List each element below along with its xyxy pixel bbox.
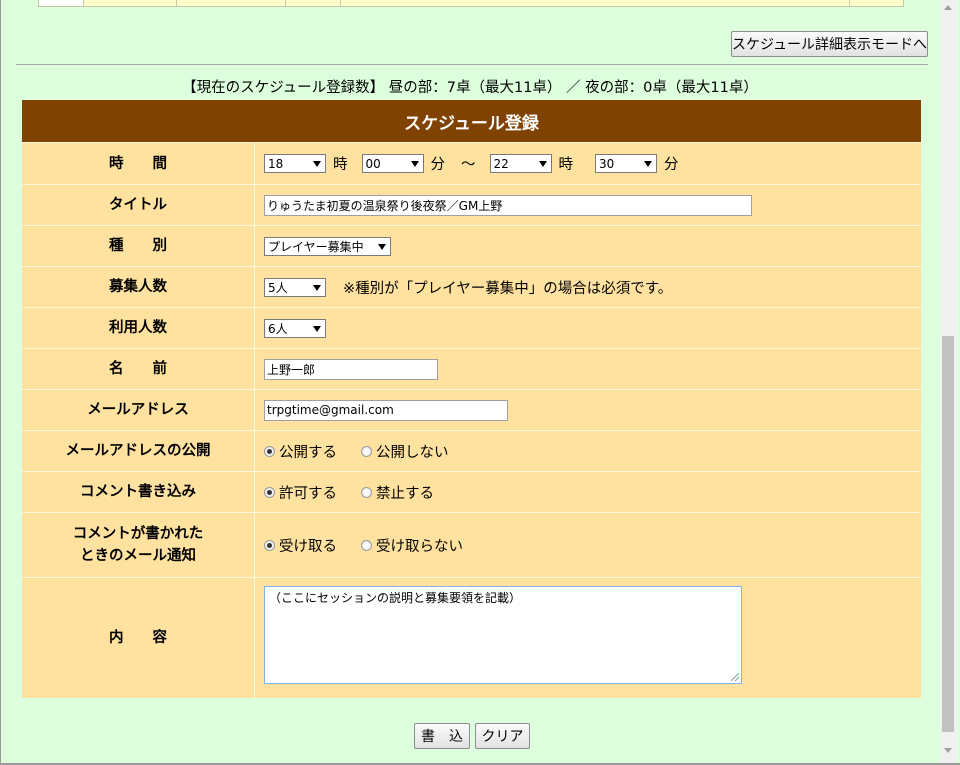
comment-allow-option[interactable]: 許可する: [264, 482, 337, 503]
radio-unchecked-icon[interactable]: [361, 539, 372, 551]
notify-not-receive-label: 受け取らない: [376, 538, 463, 555]
notify-receive-label: 受け取る: [279, 538, 337, 555]
users-label: 利用人数: [22, 308, 255, 348]
chevron-down-icon: [644, 161, 652, 167]
schedule-registration-form: スケジュール登録 時 間 18 時 00 分 ～ 22 時 30 分 タイトル …: [22, 100, 921, 698]
radio-checked-icon[interactable]: [264, 445, 275, 457]
start-minute-select[interactable]: 00: [361, 154, 424, 173]
title-label: タイトル: [22, 185, 255, 225]
name-input[interactable]: 上野一郎: [264, 358, 438, 380]
table-divider: [340, 0, 341, 6]
users-count-value: 6人: [268, 321, 288, 336]
radio-unchecked-icon[interactable]: [361, 486, 372, 498]
comment-deny-option[interactable]: 禁止する: [361, 482, 434, 503]
chevron-down-icon: [313, 161, 321, 167]
chevron-down-icon: [378, 243, 386, 250]
recruit-note: ※種別が「プレイヤー募集中」の場合は必須です。: [343, 280, 673, 297]
comment-row: コメント書き込み 許可する 禁止する: [22, 471, 921, 512]
email-input[interactable]: trpgtime@gmail.com: [264, 399, 508, 421]
email-row: メールアドレス trpgtime@gmail.com: [22, 389, 921, 430]
start-hour-select[interactable]: 18: [264, 154, 326, 173]
end-hour-select[interactable]: 22: [489, 154, 552, 173]
schedule-table-bottom-edge: [38, 0, 904, 7]
table-divider: [285, 0, 286, 6]
notify-label-line2: ときのメール通知: [80, 548, 196, 564]
comment-label: コメント書き込み: [22, 472, 255, 512]
users-count-select[interactable]: 6人: [264, 318, 326, 338]
detail-mode-button[interactable]: スケジュール詳細表示モードへ: [731, 31, 928, 57]
hour-unit: 時: [558, 157, 574, 173]
email-label: メールアドレス: [22, 390, 255, 430]
time-range-tilde: ～: [461, 157, 476, 173]
type-value: プレイヤー募集中: [268, 239, 364, 254]
comment-allow-label: 許可する: [279, 485, 337, 502]
recruit-count-select[interactable]: 5人: [264, 277, 326, 297]
notify-row: コメントが書かれた ときのメール通知 受け取る 受け取らない: [22, 512, 921, 577]
divider: [16, 64, 928, 65]
type-label: 種 別: [22, 226, 255, 266]
content-text: （ここにセッションの説明と募集要領を記載）: [269, 591, 522, 605]
chevron-down-icon: [538, 161, 547, 167]
chevron-down-icon: [410, 161, 419, 167]
title-input[interactable]: りゅうたま初夏の温泉祭り後夜祭／GM上野: [264, 194, 752, 216]
radio-checked-icon[interactable]: [264, 486, 275, 498]
scroll-thumb[interactable]: [942, 336, 954, 732]
users-row: 利用人数 6人: [22, 307, 921, 348]
table-cell: [39, 0, 84, 6]
table-divider: [176, 0, 177, 6]
radio-unchecked-icon[interactable]: [361, 445, 372, 457]
name-row: 名 前 上野一郎: [22, 348, 921, 389]
email-public-no-option[interactable]: 公開しない: [361, 441, 449, 462]
scroll-up-arrow-icon[interactable]: [944, 5, 952, 10]
email-public-yes-option[interactable]: 公開する: [264, 441, 337, 462]
clear-button[interactable]: クリア: [475, 723, 530, 749]
submit-button[interactable]: 書 込: [414, 723, 470, 749]
content-row: 内 容 （ここにセッションの説明と募集要領を記載）: [22, 577, 921, 698]
radio-checked-icon[interactable]: [264, 539, 275, 551]
scroll-down-arrow-icon[interactable]: [944, 748, 952, 753]
recruit-label: 募集人数: [22, 267, 255, 307]
comment-deny-label: 禁止する: [376, 485, 434, 502]
email-public-no-label: 公開しない: [376, 444, 449, 461]
schedule-count-summary: 【現在のスケジュール登録数】 昼の部：7卓（最大11卓） ／ 夜の部：0卓（最大…: [182, 80, 758, 96]
chevron-down-icon: [313, 284, 321, 291]
time-row: 時 間 18 時 00 分 ～ 22 時 30 分: [22, 142, 921, 184]
email-public-yes-label: 公開する: [279, 444, 337, 461]
end-minute-select[interactable]: 30: [595, 154, 657, 173]
name-label: 名 前: [22, 349, 255, 389]
end-hour-value: 22: [493, 156, 509, 171]
type-select[interactable]: プレイヤー募集中: [264, 236, 391, 256]
content-label: 内 容: [22, 578, 255, 698]
notify-label: コメントが書かれた ときのメール通知: [22, 513, 255, 577]
start-minute-value: 00: [365, 156, 381, 171]
time-value: 18 時 00 分 ～ 22 時 30 分: [255, 143, 921, 184]
notify-not-receive-option[interactable]: 受け取らない: [361, 535, 463, 556]
title-row: タイトル りゅうたま初夏の温泉祭り後夜祭／GM上野: [22, 184, 921, 225]
start-hour-value: 18: [268, 156, 284, 171]
minute-unit: 分: [664, 157, 679, 173]
type-row: 種 別 プレイヤー募集中: [22, 225, 921, 266]
recruit-row: 募集人数 5人 ※種別が「プレイヤー募集中」の場合は必須です。: [22, 266, 921, 307]
recruit-count-value: 5人: [268, 280, 288, 295]
form-header: スケジュール登録: [22, 100, 921, 142]
hour-unit: 時: [333, 157, 348, 173]
time-label: 時 間: [22, 143, 255, 184]
end-minute-value: 30: [599, 156, 615, 171]
window-left-border: [0, 0, 1, 765]
email-public-row: メールアドレスの公開 公開する 公開しない: [22, 430, 921, 471]
table-divider: [849, 0, 850, 6]
notify-receive-option[interactable]: 受け取る: [264, 535, 337, 556]
chevron-down-icon: [313, 325, 321, 332]
vertical-scrollbar[interactable]: [940, 0, 957, 763]
minute-unit: 分: [430, 157, 446, 173]
resize-grip-icon[interactable]: [731, 673, 739, 681]
notify-label-line1: コメントが書かれた: [72, 526, 204, 542]
content-textarea[interactable]: （ここにセッションの説明と募集要領を記載）: [264, 586, 742, 684]
email-public-label: メールアドレスの公開: [22, 431, 255, 471]
